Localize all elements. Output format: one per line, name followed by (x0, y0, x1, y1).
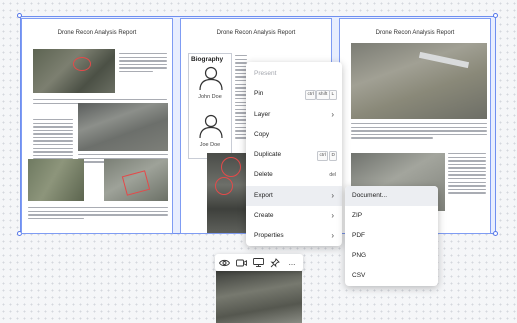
page-title: Drone Recon Analysis Report (216, 30, 296, 36)
monitor-icon[interactable] (251, 256, 265, 269)
aerial-photo[interactable] (216, 271, 302, 323)
export-csv[interactable]: CSV (345, 266, 438, 286)
menu-item-properties[interactable]: Properties › (246, 226, 342, 246)
shortcut-hint: del (329, 172, 336, 178)
menu-item-label: Duplicate (254, 151, 282, 158)
menu-item-label: Delete (254, 171, 273, 178)
page-title: Drone Recon Analysis Report (375, 30, 455, 36)
menu-item-label: Copy (254, 131, 270, 138)
person-name: Joe Doe (199, 142, 221, 148)
shortcut-key: ctrl (305, 90, 317, 100)
menu-item-label: Pin (254, 90, 264, 97)
video-icon[interactable] (234, 256, 248, 269)
menu-item-copy[interactable]: Copy (246, 125, 342, 145)
menu-item-label: Properties (254, 232, 284, 239)
menu-item-label: Export (254, 192, 273, 199)
person-name: John Doe (198, 94, 222, 100)
aerial-photo[interactable] (104, 159, 168, 201)
paragraph-text (28, 207, 168, 221)
highlight-circle (215, 177, 233, 195)
chevron-right-icon: › (331, 191, 334, 200)
export-submenu: Document... ZIP PDF PNG CSV (345, 186, 438, 286)
export-zip[interactable]: ZIP (345, 206, 438, 226)
menu-item-label: Create (254, 212, 274, 219)
menu-item-pin[interactable]: Pin ctrl shift L (246, 84, 342, 104)
resize-handle-bottom-right[interactable] (493, 231, 498, 236)
highlight-area (121, 170, 151, 196)
aerial-photo[interactable] (78, 103, 168, 151)
menu-item-label: Present (254, 70, 277, 77)
aerial-photo[interactable] (207, 153, 247, 233)
biography-card[interactable]: Biography John Doe Joe Doe (188, 53, 232, 159)
menu-item-layer[interactable]: Layer › (246, 105, 342, 125)
element-toolbar: ... (215, 254, 303, 271)
biography-heading: Biography (191, 56, 224, 63)
chevron-right-icon: › (331, 110, 334, 119)
paragraph-text (33, 119, 73, 162)
highlight-circle (73, 57, 91, 71)
drone-wing (418, 51, 470, 69)
more-icon[interactable]: ... (285, 256, 299, 269)
export-document[interactable]: Document... (345, 186, 438, 206)
shortcut-key: L (329, 90, 337, 100)
menu-item-delete[interactable]: Delete del (246, 165, 342, 185)
chevron-right-icon: › (331, 231, 334, 240)
resize-handle-top-right[interactable] (493, 13, 498, 18)
page-title: Drone Recon Analysis Report (57, 30, 137, 36)
aerial-photo[interactable] (33, 49, 115, 93)
menu-item-label: Layer (254, 111, 271, 118)
shortcut-key: ctrl (317, 151, 329, 161)
shortcut-key: D (329, 151, 338, 161)
drone-photo[interactable] (351, 43, 487, 119)
menu-item-export[interactable]: Export › (246, 186, 342, 206)
pin-icon[interactable] (268, 256, 282, 269)
person-icon (199, 66, 223, 90)
person-icon (199, 114, 223, 138)
chevron-right-icon: › (331, 211, 334, 220)
report-page-1[interactable]: Drone Recon Analysis Report (21, 18, 173, 234)
highlight-circle (221, 157, 241, 177)
eye-icon[interactable] (217, 256, 231, 269)
menu-item-duplicate[interactable]: Duplicate ctrl D (246, 145, 342, 165)
export-pdf[interactable]: PDF (345, 226, 438, 246)
paragraph-text (119, 53, 167, 74)
paragraph-text (448, 153, 486, 196)
shortcut-key: shift (316, 90, 330, 100)
context-menu: Present Pin ctrl shift L Layer › Copy Du… (246, 62, 342, 246)
export-png[interactable]: PNG (345, 246, 438, 266)
menu-item-present[interactable]: Present (246, 64, 342, 84)
paragraph-text (351, 123, 487, 141)
menu-item-create[interactable]: Create › (246, 206, 342, 226)
aerial-photo[interactable] (28, 159, 84, 201)
